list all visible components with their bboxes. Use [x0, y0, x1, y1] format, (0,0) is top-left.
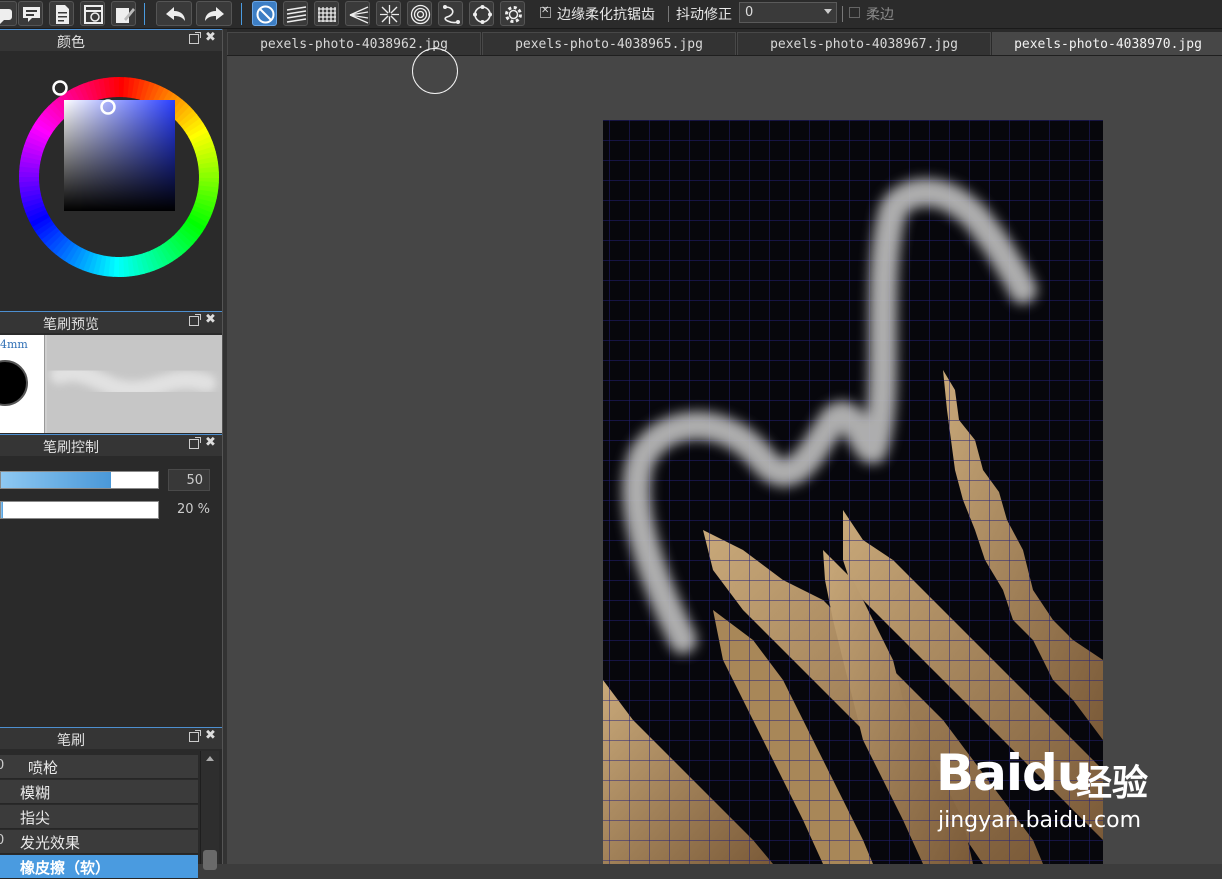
curve-ruler-icon[interactable]: [438, 1, 463, 26]
soft-edge-checkbox[interactable]: [849, 7, 860, 18]
brush-size-slider[interactable]: [0, 471, 159, 489]
stroke-preview: [47, 335, 222, 433]
stabilizer-label: 抖动修正: [676, 7, 732, 23]
gear-icon[interactable]: [500, 1, 525, 26]
brush-item-label: 发光效果: [20, 834, 81, 852]
brush-list-scrollbar[interactable]: [200, 751, 219, 870]
ellipse-ruler-icon[interactable]: [469, 1, 494, 26]
brush-control-title: 笔刷控制: [43, 440, 99, 456]
document-tab[interactable]: pexels-photo-4038965.jpg: [482, 32, 736, 55]
brush-preview-header: 笔刷预览 ✖: [0, 311, 222, 333]
brush-item-label: 模糊: [20, 784, 51, 802]
antialias-label: 边缘柔化抗锯齿: [557, 7, 655, 23]
scrollbar-thumb[interactable]: [203, 850, 217, 870]
brush-type-icon: 0: [0, 833, 5, 848]
document-icon[interactable]: [49, 1, 74, 26]
brush-control-panel: 50 20 %: [0, 457, 222, 727]
brush-item-airbrush[interactable]: 0 喷枪: [0, 755, 198, 779]
brush-size-label: 4mm: [0, 338, 28, 351]
left-panel-dock: 颜色 ✖ 笔刷预览 ✖ 4mm 笔刷控制 ✖ 50 20 % 笔刷 ✖ 0 喷枪…: [0, 29, 222, 879]
color-panel: [0, 51, 222, 311]
brush-item-soft-eraser[interactable]: 橡皮擦（软）: [0, 855, 198, 879]
brush-size-preview: 4mm: [0, 335, 45, 433]
comment-icon[interactable]: [18, 1, 43, 26]
brush-size-value[interactable]: 50: [168, 469, 210, 491]
timeline-icon[interactable]: [80, 1, 105, 26]
parallel-lines-ruler-icon[interactable]: [283, 1, 308, 26]
concentric-ruler-icon[interactable]: [407, 1, 432, 26]
brush-item-blur[interactable]: 模糊: [0, 780, 198, 804]
grid-ruler-icon[interactable]: [314, 1, 339, 26]
perspective-ruler-icon[interactable]: [345, 1, 370, 26]
main-toolbar: 边缘柔化抗锯齿 抖动修正 0 柔边: [0, 0, 1222, 29]
brush-list-panel: 0 喷枪 模糊 指尖 0 发光效果 橡皮擦（软）: [0, 751, 222, 879]
close-icon[interactable]: ✖: [205, 728, 216, 743]
brush-item-label: 指尖: [20, 809, 51, 827]
close-icon[interactable]: ✖: [205, 435, 216, 450]
edit-list-icon[interactable]: [111, 1, 136, 26]
scroll-up-icon[interactable]: [206, 756, 214, 761]
popout-icon[interactable]: [189, 314, 201, 326]
brush-preview-panel: 4mm: [0, 335, 222, 433]
brush-opacity-fill: [1, 502, 3, 518]
no-ruler-icon[interactable]: [252, 1, 277, 26]
document-tab-active[interactable]: pexels-photo-4038970.jpg: [992, 32, 1222, 55]
brush-control-header: 笔刷控制 ✖: [0, 434, 222, 456]
saturation-value-square[interactable]: [64, 100, 175, 211]
toolbar-separator: [241, 3, 242, 25]
toolbar-divider: [842, 6, 843, 22]
brush-item-label: 橡皮擦（软）: [20, 859, 111, 877]
hue-picker-handle[interactable]: [52, 80, 68, 96]
toolbar-divider: [668, 6, 669, 22]
color-panel-title: 颜色: [57, 35, 85, 51]
brush-tip-dot: [0, 360, 28, 406]
popout-icon[interactable]: [189, 32, 201, 44]
close-icon[interactable]: ✖: [205, 30, 216, 45]
color-wheel[interactable]: [0, 51, 222, 311]
speech-bubble-icon[interactable]: [0, 1, 17, 26]
radial-ruler-icon[interactable]: [376, 1, 401, 26]
brush-type-icon: 0: [0, 758, 5, 773]
baidu-watermark: Baidu 经验 jingyan.baidu.com: [936, 732, 1176, 842]
brush-item-smudge[interactable]: 指尖: [0, 805, 198, 829]
brush-opacity-value: 20 %: [176, 502, 210, 517]
brush-item-label: 喷枪: [28, 759, 59, 777]
brush-opacity-slider[interactable]: [0, 501, 159, 519]
watermark-title: 经验: [1076, 763, 1149, 804]
brush-cursor: [412, 48, 458, 94]
stabilizer-select[interactable]: 0: [739, 2, 837, 23]
brush-panel-header: 笔刷 ✖: [0, 727, 222, 749]
soft-edge-label: 柔边: [866, 7, 894, 23]
brush-item-glow[interactable]: 0 发光效果: [0, 830, 198, 854]
redo-button[interactable]: [196, 1, 232, 26]
watermark-url: jingyan.baidu.com: [938, 808, 1142, 833]
color-panel-header: 颜色 ✖: [0, 29, 222, 51]
toolbar-separator: [144, 3, 145, 25]
brush-panel-title: 笔刷: [57, 733, 85, 749]
brush-size-fill: [1, 472, 111, 488]
undo-button[interactable]: [156, 1, 192, 26]
document-tab[interactable]: pexels-photo-4038967.jpg: [737, 32, 991, 55]
chevron-down-icon: [824, 9, 832, 14]
close-icon[interactable]: ✖: [205, 312, 216, 327]
popout-icon[interactable]: [189, 730, 201, 742]
stabilizer-value: 0: [745, 5, 754, 20]
brush-preview-title: 笔刷预览: [43, 317, 99, 333]
watermark-logo: Baidu: [936, 744, 1092, 802]
popout-icon[interactable]: [189, 437, 201, 449]
antialias-checkbox[interactable]: [540, 5, 551, 18]
document-tab-bar: pexels-photo-4038962.jpg pexels-photo-40…: [227, 29, 1222, 56]
